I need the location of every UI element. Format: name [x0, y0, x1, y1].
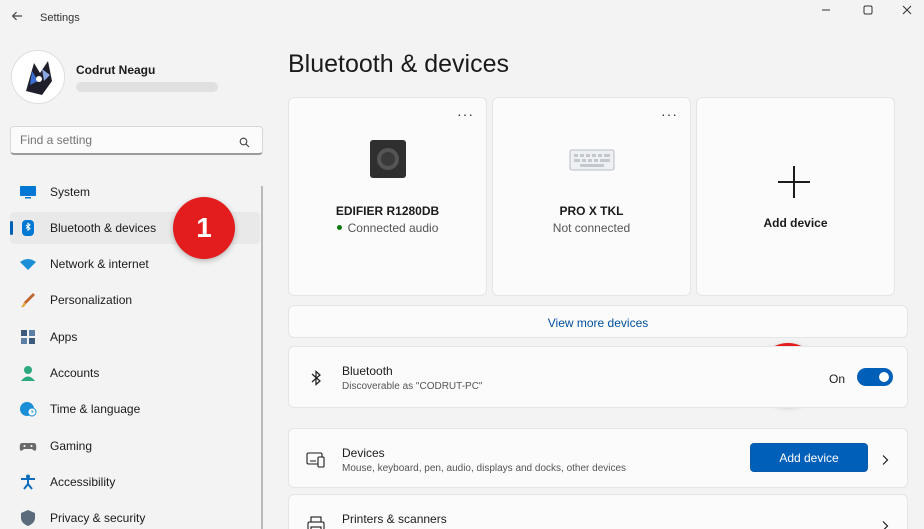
user-email-redacted [76, 82, 218, 92]
device-status-text: Connected audio [347, 221, 439, 235]
apps-icon [19, 329, 37, 345]
back-arrow-icon[interactable] [10, 9, 24, 25]
minimize-icon[interactable] [814, 4, 838, 20]
search-icon[interactable] [239, 135, 250, 148]
maximize-icon[interactable] [856, 4, 880, 20]
device-name: EDIFIER R1280DB [335, 204, 440, 218]
nav-item-privacy-security[interactable]: Privacy & security [10, 502, 260, 529]
speaker-icon [369, 139, 407, 184]
user-name: Codrut Neagu [76, 63, 156, 77]
nav-item-accounts[interactable]: Accounts [10, 357, 260, 389]
nav-label: Accessibility [50, 475, 116, 489]
nav-item-personalization[interactable]: Personalization [10, 284, 260, 316]
add-device-label: Add device [763, 216, 828, 230]
nav-label: Gaming [50, 439, 93, 453]
nav-label: Time & language [50, 402, 141, 416]
nav-label: Accounts [50, 366, 100, 380]
view-more-devices-button[interactable]: View more devices [288, 305, 908, 338]
selection-indicator [10, 221, 13, 235]
app-title: Settings [40, 12, 80, 24]
printers-title: Printers & scanners [342, 512, 447, 526]
devices-setting-row[interactable]: Devices Mouse, keyboard, pen, audio, dis… [288, 428, 908, 488]
search-box[interactable] [10, 126, 263, 155]
device-status: Connected audio [289, 221, 486, 235]
shield-icon [19, 510, 37, 526]
toggle-knob [879, 372, 889, 382]
device-card-edifier[interactable]: ··· EDIFIER R1280DB Connected audio [288, 97, 487, 296]
bluetooth-state-label: On [828, 372, 845, 386]
nav-item-time-language[interactable]: Time & language [10, 393, 260, 425]
search-input[interactable] [20, 133, 230, 147]
wifi-icon [19, 256, 37, 272]
add-device-button[interactable]: Add device [750, 443, 868, 472]
system-icon [19, 184, 37, 200]
brush-icon [19, 292, 37, 308]
bluetooth-subtitle: Discoverable as "CODRUT-PC" [342, 381, 483, 392]
annotation-badge-1: 1 [173, 197, 235, 259]
printers-setting-row[interactable]: Printers & scanners [288, 494, 908, 529]
gamepad-icon [19, 438, 37, 454]
view-more-devices-label: View more devices [547, 316, 649, 330]
nav-label: Bluetooth & devices [50, 221, 157, 235]
nav-label: Network & internet [50, 257, 149, 271]
device-status: Not connected [552, 221, 631, 235]
bluetooth-icon [19, 220, 37, 236]
nav-item-accessibility[interactable]: Accessibility [10, 466, 260, 498]
bluetooth-title: Bluetooth [342, 364, 393, 378]
devices-subtitle: Mouse, keyboard, pen, audio, displays an… [342, 463, 627, 474]
globe-clock-icon [19, 401, 37, 417]
keyboard-icon [569, 147, 615, 178]
add-device-card[interactable]: Add device [696, 97, 895, 296]
plus-icon [776, 164, 812, 200]
devices-icon [306, 449, 326, 469]
accounts-icon [19, 365, 37, 381]
more-options-icon[interactable]: ··· [457, 106, 474, 122]
close-icon[interactable] [895, 4, 919, 20]
nav-label: Privacy & security [50, 511, 146, 525]
printer-icon [306, 515, 326, 529]
sidebar-scrollbar[interactable] [261, 186, 263, 529]
nav-item-apps[interactable]: Apps [10, 321, 260, 353]
bluetooth-toggle[interactable] [857, 368, 893, 386]
device-card-pro-x-tkl[interactable]: ··· PRO X TKL Not connected [492, 97, 691, 296]
chevron-right-icon[interactable] [881, 519, 889, 529]
avatar[interactable] [11, 50, 65, 104]
more-options-icon[interactable]: ··· [661, 106, 678, 122]
page-title: Bluetooth & devices [288, 50, 509, 78]
nav-label: Apps [50, 330, 78, 344]
bluetooth-icon [306, 368, 326, 388]
nav-item-gaming[interactable]: Gaming [10, 430, 260, 462]
connected-dot-icon [336, 225, 342, 231]
device-name: PRO X TKL [559, 204, 624, 218]
title-bar: Settings [0, 0, 924, 36]
accessibility-icon [19, 474, 37, 490]
nav-label: Personalization [50, 293, 133, 307]
bluetooth-setting-row: Bluetooth Discoverable as "CODRUT-PC" On [288, 346, 908, 408]
chevron-right-icon[interactable] [881, 453, 889, 465]
nav-label: System [50, 185, 91, 199]
devices-title: Devices [342, 446, 385, 460]
